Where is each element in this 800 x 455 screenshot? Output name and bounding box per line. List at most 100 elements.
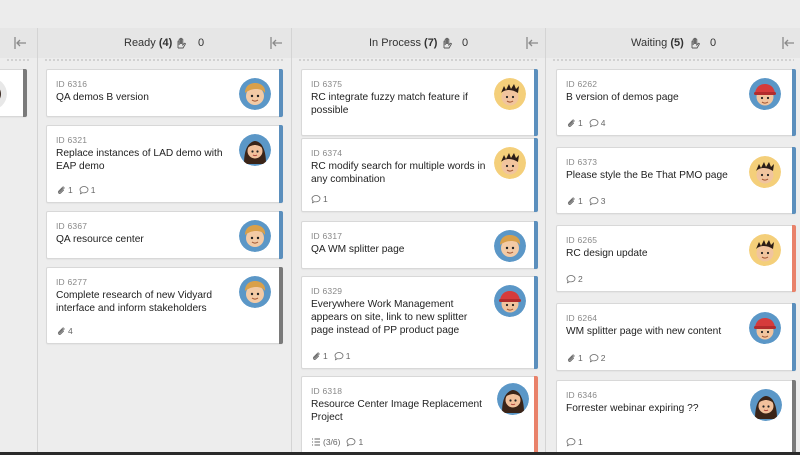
avatar[interactable] — [239, 78, 271, 110]
collapse-lane-icon[interactable] — [780, 35, 796, 51]
comments-indicator[interactable]: 1 — [79, 185, 95, 195]
avatar[interactable] — [239, 276, 271, 308]
avatar[interactable] — [494, 285, 526, 317]
attachments-indicator[interactable]: 4 — [56, 326, 73, 336]
comments-indicator[interactable]: 1 — [346, 437, 363, 447]
card-meta: 4 — [56, 325, 73, 337]
comments-indicator[interactable]: 4 — [589, 118, 605, 128]
kanban-card[interactable]: ID 6316 QA demos B version — [46, 69, 283, 117]
avatar[interactable] — [494, 78, 526, 110]
card-title: Replace instances of LAD demo with EAP d… — [56, 148, 223, 172]
kanban-card[interactable]: ID 6346 Forrester webinar expiring ?? 1 — [556, 380, 796, 455]
kanban-card[interactable]: ID 6262 B version of demos page 1 4 — [556, 69, 796, 136]
kanban-card[interactable]: ID 6318 Resource Center Image Replacement… — [301, 376, 538, 455]
kanban-card[interactable]: ID 6375 RC integrate fuzzy match feature … — [301, 69, 538, 136]
kanban-card[interactable]: ID 6265 RC design update 2 — [556, 225, 796, 292]
paperclip-icon — [566, 196, 576, 206]
comment-icon — [311, 194, 321, 204]
kanban-card[interactable]: ID 6329 Everywhere Work Management appear… — [301, 276, 538, 369]
lane-divider — [298, 59, 539, 61]
comments-indicator[interactable]: 1 — [566, 437, 583, 447]
card-status-bar — [792, 147, 796, 214]
card-title: QA resource center — [56, 234, 144, 245]
avatar[interactable] — [749, 156, 781, 188]
kanban-card[interactable]: ID 6317 QA WM splitter page — [301, 221, 538, 269]
attachments-indicator[interactable]: 1 — [311, 351, 328, 361]
card-id: ID 6317 — [311, 231, 343, 241]
avatar[interactable] — [239, 220, 271, 252]
comments-indicator[interactable]: 2 — [589, 353, 605, 363]
checklist-icon — [311, 437, 321, 447]
card-title: Forrester webinar expiring ?? — [566, 403, 699, 414]
collapse-lane-icon[interactable] — [268, 35, 284, 51]
card-status-bar — [279, 125, 283, 203]
paperclip-icon — [566, 118, 576, 128]
comment-icon — [589, 118, 599, 128]
card-status-bar — [279, 69, 283, 117]
avatar[interactable] — [750, 389, 782, 421]
comment-icon — [346, 437, 356, 447]
comments-indicator[interactable]: 1 — [334, 351, 350, 361]
card-title: QA demos B version — [56, 92, 149, 103]
avatar[interactable] — [494, 230, 526, 262]
card-meta: 2 — [566, 273, 583, 285]
collapse-lane-icon[interactable] — [524, 35, 540, 51]
kanban-card[interactable]: ID 6264 WM splitter page with new content… — [556, 303, 796, 371]
handoff-count: 0 — [462, 37, 469, 49]
collapse-lane-icon[interactable] — [12, 35, 28, 51]
card-id: ID 6374 — [311, 148, 343, 158]
avatar[interactable] — [239, 134, 271, 166]
avatar[interactable] — [497, 383, 529, 415]
attachments-indicator[interactable]: 1 — [566, 118, 583, 128]
lane-previous — [0, 28, 37, 455]
card-title: Everywhere Work Management appears on si… — [311, 299, 468, 336]
card-title: WM splitter page with new content — [566, 326, 722, 337]
card-status-bar — [23, 69, 27, 117]
card-meta: 11 — [56, 184, 95, 196]
comments-indicator[interactable]: 2 — [566, 274, 583, 284]
avatar[interactable] — [749, 78, 781, 110]
card-meta: 14 — [566, 117, 605, 129]
avatar[interactable] — [749, 312, 781, 344]
avatar[interactable] — [494, 147, 526, 179]
card-status-bar — [534, 221, 538, 269]
comments-indicator[interactable]: 3 — [589, 196, 605, 206]
card-meta: 12 — [566, 352, 605, 364]
comment-icon — [334, 351, 344, 361]
attachments-indicator[interactable]: 1 — [566, 196, 583, 206]
card-title: RC integrate fuzzy match feature if poss… — [311, 92, 468, 116]
avatar — [0, 78, 7, 110]
kanban-card[interactable]: ID 6374 RC modify search for multiple wor… — [301, 138, 538, 212]
kanban-card[interactable]: ID 6321 Replace instances of LAD demo wit… — [46, 125, 283, 203]
card-status-bar — [534, 276, 538, 369]
card-status-bar — [534, 69, 538, 136]
paperclip-icon — [56, 326, 66, 336]
comment-icon — [566, 437, 576, 447]
lane-divider — [6, 59, 31, 61]
card-id: ID 6264 — [566, 313, 598, 323]
kanban-card[interactable]: ID 6367 QA resource center — [46, 211, 283, 259]
attachments-indicator[interactable]: 1 — [566, 353, 583, 363]
card-id: ID 6373 — [566, 157, 598, 167]
handoff-icon — [691, 37, 700, 49]
card-status-bar — [792, 303, 796, 371]
card-status-bar — [792, 225, 796, 292]
lane-title: Ready (4) — [124, 37, 173, 49]
kanban-card[interactable]: ID 6373 Please style the Be That PMO page… — [556, 147, 796, 214]
card-status-bar — [792, 69, 796, 136]
card-status-bar — [279, 211, 283, 259]
card-id: ID 6316 — [56, 79, 88, 89]
attachments-indicator[interactable]: 1 — [56, 185, 73, 195]
card-title: QA WM splitter page — [311, 244, 405, 255]
lane-header — [0, 28, 37, 58]
comment-icon — [589, 196, 599, 206]
kanban-card[interactable]: ID 6277 Complete research of new Vidyard … — [46, 267, 283, 344]
comment-icon — [566, 274, 576, 284]
card-id: ID 6265 — [566, 235, 598, 245]
comments-indicator[interactable]: 1 — [311, 194, 328, 204]
checklist-indicator[interactable]: (3/6) — [311, 437, 340, 447]
avatar[interactable] — [749, 234, 781, 266]
lane-divider — [552, 59, 794, 61]
lane-header: Waiting (5) 0 — [546, 28, 800, 58]
card-partial[interactable] — [0, 69, 27, 117]
